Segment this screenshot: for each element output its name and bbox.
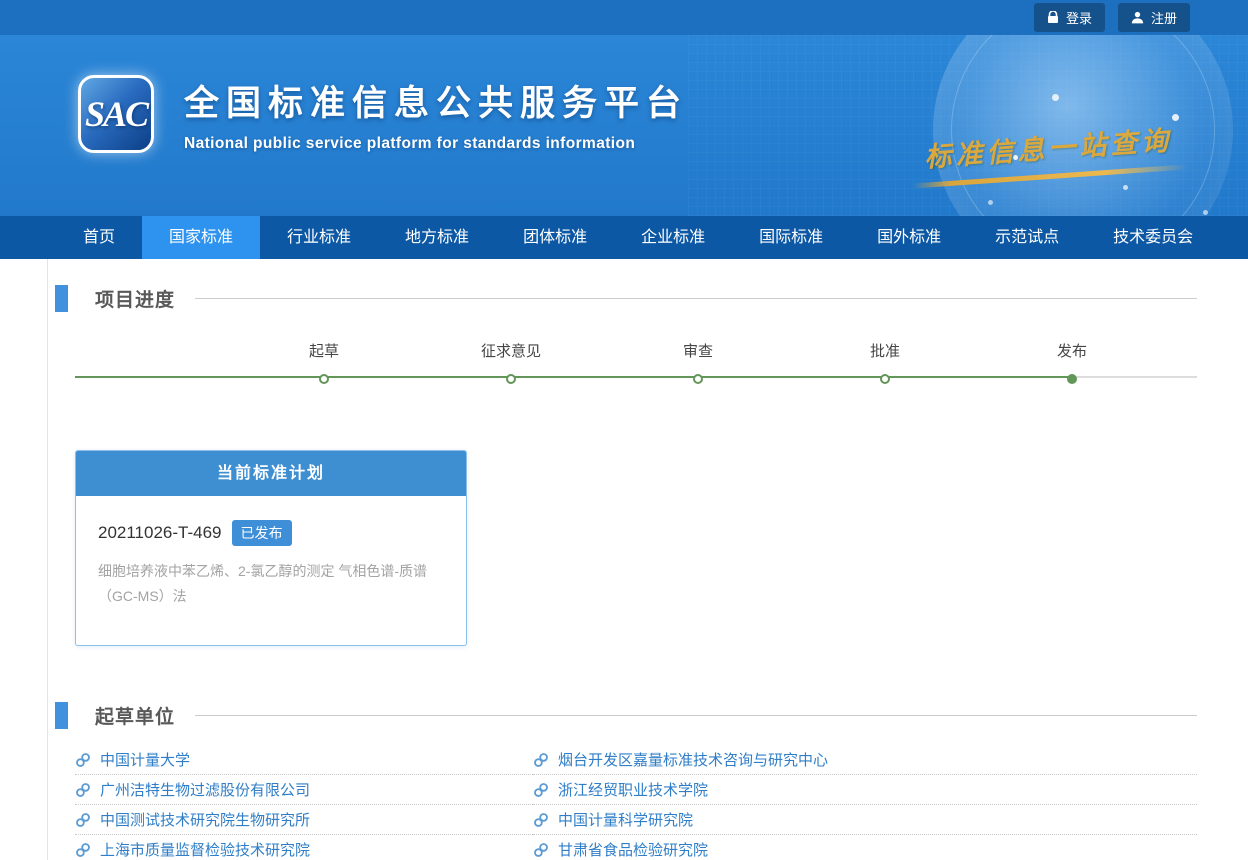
sac-logo-text: SAC	[85, 93, 147, 135]
link-icon	[75, 782, 91, 798]
step-dot	[880, 374, 890, 384]
unit-name: 中国计量科学研究院	[558, 809, 693, 830]
lock-icon	[1047, 11, 1059, 24]
page-title: 全国标准信息公共服务平台	[184, 75, 688, 126]
plan-card-title: 当前标准计划	[76, 451, 466, 496]
section-rule	[195, 298, 1197, 299]
unit-name: 中国测试技术研究院生物研究所	[100, 809, 310, 830]
nav-item-pilot-programs[interactable]: 示范试点	[968, 216, 1086, 259]
drafting-unit-link[interactable]: 中国计量大学	[75, 745, 533, 775]
step-label: 发布	[1022, 340, 1122, 361]
plan-description: 细胞培养液中苯乙烯、2-氯乙醇的测定 气相色谱-质谱（GC-MS）法	[98, 559, 444, 609]
progress-section-title: 项目进度	[95, 285, 175, 312]
login-button[interactable]: 登录	[1034, 3, 1105, 32]
nav-item-national-standards[interactable]: 国家标准	[142, 216, 260, 259]
step-dot-current	[1067, 374, 1077, 384]
drafting-unit-link[interactable]: 中国测试技术研究院生物研究所	[75, 805, 533, 835]
timeline-step-approve: 批准	[835, 340, 935, 384]
timeline-step-publish: 发布	[1022, 340, 1122, 384]
unit-name: 中国计量大学	[100, 749, 190, 770]
site-banner: SAC 全国标准信息公共服务平台 National public service…	[0, 35, 1248, 216]
step-dot	[506, 374, 516, 384]
register-button[interactable]: 注册	[1118, 3, 1190, 32]
nav-item-industry-standards[interactable]: 行业标准	[260, 216, 378, 259]
unit-name: 甘肃省食品检验研究院	[558, 839, 708, 860]
step-label: 起草	[274, 340, 374, 361]
step-dot	[319, 374, 329, 384]
nav-item-technical-committees[interactable]: 技术委员会	[1086, 216, 1220, 259]
status-badge: 已发布	[232, 520, 292, 546]
link-icon	[533, 752, 549, 768]
unit-name: 广州洁特生物过滤股份有限公司	[100, 779, 310, 800]
unit-name: 上海市质量监督检验技术研究院	[100, 839, 310, 860]
sac-logo[interactable]: SAC	[78, 75, 154, 153]
link-icon	[533, 842, 549, 858]
drafting-section-title: 起草单位	[95, 702, 175, 729]
brand-text: 全国标准信息公共服务平台 National public service pla…	[184, 75, 688, 153]
drafting-unit-link[interactable]: 广州洁特生物过滤股份有限公司	[75, 775, 533, 805]
unit-name: 烟台开发区嘉量标准技术咨询与研究中心	[558, 749, 828, 770]
link-icon	[75, 842, 91, 858]
user-icon	[1131, 11, 1144, 24]
step-label: 批准	[835, 340, 935, 361]
drafting-unit-link[interactable]: 浙江经贸职业技术学院	[533, 775, 1197, 805]
unit-name: 浙江经贸职业技术学院	[558, 779, 708, 800]
progress-timeline: 起草 征求意见 审查 批准 发布	[75, 340, 1197, 412]
brand-block: SAC 全国标准信息公共服务平台 National public service…	[78, 75, 688, 153]
link-icon	[533, 782, 549, 798]
nav-item-international-standards[interactable]: 国际标准	[732, 216, 850, 259]
drafting-units-list: 中国计量大学 广州洁特生物过滤股份有限公司 中国测试技术研究院生物研究所 上海市…	[75, 745, 1197, 860]
timeline-step-review: 审查	[648, 340, 748, 384]
main-nav: 首页 国家标准 行业标准 地方标准 团体标准 企业标准 国际标准 国外标准 示范…	[0, 216, 1248, 259]
link-icon	[75, 812, 91, 828]
page-content: 项目进度 起草 征求意见 审查 批准 发布 当前标准计划	[0, 259, 1248, 860]
step-label: 征求意见	[461, 340, 561, 361]
nav-item-foreign-standards[interactable]: 国外标准	[850, 216, 968, 259]
plan-id-row: 20211026-T-469 已发布	[98, 520, 444, 546]
section-marker	[55, 702, 68, 729]
nav-item-group-standards[interactable]: 团体标准	[496, 216, 614, 259]
link-icon	[533, 812, 549, 828]
timeline-step-draft: 起草	[274, 340, 374, 384]
progress-section-header: 项目进度	[0, 259, 1248, 312]
section-marker	[55, 285, 68, 312]
step-dot	[693, 374, 703, 384]
current-plan-card: 当前标准计划 20211026-T-469 已发布 细胞培养液中苯乙烯、2-氯乙…	[75, 450, 467, 646]
link-icon	[75, 752, 91, 768]
nav-item-local-standards[interactable]: 地方标准	[378, 216, 496, 259]
plan-card-body: 20211026-T-469 已发布 细胞培养液中苯乙烯、2-氯乙醇的测定 气相…	[76, 496, 466, 645]
drafting-unit-link[interactable]: 甘肃省食品检验研究院	[533, 835, 1197, 860]
page-subtitle: National public service platform for sta…	[184, 135, 688, 153]
top-utility-bar: 登录 注册	[0, 0, 1248, 35]
drafting-unit-link[interactable]: 烟台开发区嘉量标准技术咨询与研究中心	[533, 745, 1197, 775]
nav-item-enterprise-standards[interactable]: 企业标准	[614, 216, 732, 259]
register-label: 注册	[1151, 8, 1177, 27]
timeline-step-comment: 征求意见	[461, 340, 561, 384]
login-label: 登录	[1066, 8, 1092, 27]
left-divider-line	[47, 259, 48, 860]
drafting-unit-link[interactable]: 中国计量科学研究院	[533, 805, 1197, 835]
step-label: 审查	[648, 340, 748, 361]
drafting-section-header: 起草单位	[0, 646, 1248, 729]
section-rule	[195, 715, 1197, 716]
plan-id: 20211026-T-469	[98, 523, 222, 543]
nav-item-home[interactable]: 首页	[56, 216, 142, 259]
drafting-unit-link[interactable]: 上海市质量监督检验技术研究院	[75, 835, 533, 860]
